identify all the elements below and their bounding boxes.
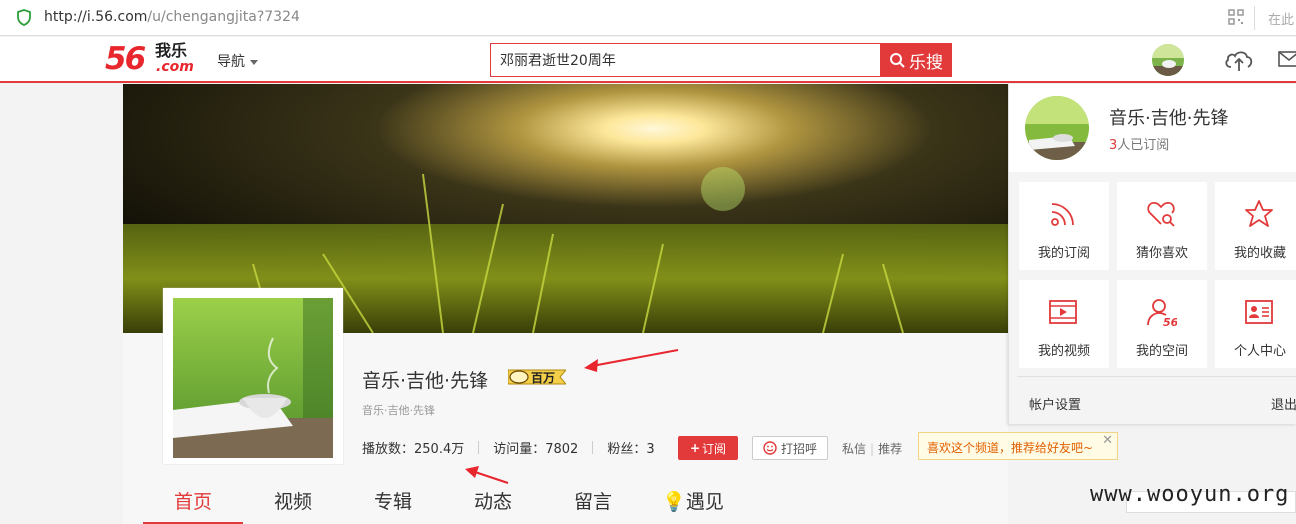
bulb-icon: 💡 <box>662 491 686 513</box>
svg-text:56: 56 <box>1163 316 1177 328</box>
private-message-link[interactable]: 私信 <box>842 442 866 456</box>
tile-my-subscriptions[interactable]: 我的订阅 <box>1019 182 1109 270</box>
account-settings-link[interactable]: 帐户设置 <box>1029 394 1081 413</box>
chevron-down-icon <box>250 59 258 65</box>
tile-label: 我的收藏 <box>1233 246 1286 261</box>
play-count: 播放数：250.4万 <box>362 442 465 457</box>
subscribe-label: 订阅 <box>702 441 727 456</box>
logo-domain: .com <box>156 59 194 75</box>
tile-label: 我的订阅 <box>1037 246 1090 261</box>
address-bar-right-text: 在此 <box>1268 13 1295 28</box>
nav-dropdown[interactable]: 导航 <box>217 51 258 71</box>
panel-user-name[interactable]: 音乐·吉他·先锋 <box>1109 104 1228 130</box>
mail-icon[interactable] <box>1278 51 1296 67</box>
channel-tabs: 首页 视频 专辑 动态 留言 💡遇见 <box>143 486 743 524</box>
logo-text: 我乐 <box>155 41 188 60</box>
profile-card-icon <box>1245 300 1273 324</box>
shield-icon <box>17 9 31 26</box>
tab-activity[interactable]: 动态 <box>443 486 543 524</box>
sub-count-suffix: 人已订阅 <box>1117 138 1170 153</box>
search-input[interactable] <box>490 43 880 77</box>
browser-address-bar: http://i.56.com/u/chengangjita?7324 在此 <box>0 0 1296 36</box>
logo-number: 56 <box>105 41 146 77</box>
divider <box>1017 376 1296 377</box>
panel-sub-count: 3人已订阅 <box>1109 134 1169 153</box>
star-icon <box>1245 200 1273 227</box>
panel-header: 音乐·吉他·先锋 3人已订阅 <box>1009 84 1296 172</box>
cloud-upload-icon[interactable] <box>1223 47 1255 73</box>
search-bar: 乐搜 <box>490 43 952 77</box>
tile-my-space[interactable]: 56 我的空间 <box>1117 280 1207 368</box>
header-avatar[interactable] <box>1152 44 1184 76</box>
tip-text: 喜欢这个频道，推荐给好友吧~ <box>927 441 1094 455</box>
search-icon <box>890 53 905 68</box>
recommend-tip: 喜欢这个频道，推荐给好友吧~ ✕ <box>918 432 1118 460</box>
channel-subtitle: 音乐·吉他·先锋 <box>362 404 435 417</box>
arrow-icon <box>584 349 679 372</box>
plus-icon: + <box>689 441 701 455</box>
close-icon[interactable]: ✕ <box>1102 433 1113 448</box>
arrow-icon <box>465 466 509 484</box>
smile-icon <box>763 441 777 455</box>
heart-search-icon <box>1147 202 1175 227</box>
greet-label: 打招呼 <box>780 441 817 456</box>
qr-code-icon[interactable] <box>1228 9 1244 25</box>
greet-button[interactable]: 打招呼 <box>752 436 828 460</box>
tab-home[interactable]: 首页 <box>143 486 243 524</box>
tile-my-videos[interactable]: 我的视频 <box>1019 280 1109 368</box>
message-recommend-links: 私信 | 推荐 <box>842 442 903 456</box>
tab-albums[interactable]: 专辑 <box>343 486 443 524</box>
tile-my-favorites[interactable]: 我的收藏 <box>1215 182 1296 270</box>
search-button[interactable]: 乐搜 <box>880 43 952 77</box>
channel-avatar[interactable] <box>163 288 343 464</box>
tile-label: 我的视频 <box>1037 344 1090 359</box>
watermark-text: www.wooyun.org <box>1090 482 1290 507</box>
user-56-icon: 56 <box>1147 299 1177 328</box>
annotation-arrows <box>465 349 679 484</box>
logout-link[interactable]: 退出 <box>1271 394 1296 413</box>
tab-videos[interactable]: 视频 <box>243 486 343 524</box>
url-text[interactable]: http://i.56.com/u/chengangjita?7324 <box>44 9 300 25</box>
tab-encounter[interactable]: 💡遇见 <box>643 486 743 524</box>
tile-personal-center[interactable]: 个人中心 <box>1215 280 1296 368</box>
tile-guess-you-like[interactable]: 猜你喜欢 <box>1117 182 1207 270</box>
video-icon <box>1049 300 1077 324</box>
nav-label: 导航 <box>217 54 245 70</box>
panel-avatar[interactable] <box>1025 96 1089 160</box>
tab-messages[interactable]: 留言 <box>543 486 643 524</box>
tile-label: 猜你喜欢 <box>1135 246 1188 261</box>
user-dropdown-panel: 音乐·吉他·先锋 3人已订阅 我的订阅 猜你喜欢 我的收藏 我的视频 56 我的… <box>1008 84 1296 424</box>
tab-encounter-label: 遇见 <box>685 491 724 513</box>
recommend-link[interactable]: 推荐 <box>878 442 902 456</box>
search-button-label: 乐搜 <box>909 52 943 73</box>
tile-label: 我的空间 <box>1135 344 1188 359</box>
divider <box>1254 6 1255 30</box>
rss-icon <box>1051 203 1074 226</box>
site-header: 56 我乐 .com 导航 乐搜 <box>0 37 1296 83</box>
tile-label: 个人中心 <box>1233 344 1286 359</box>
